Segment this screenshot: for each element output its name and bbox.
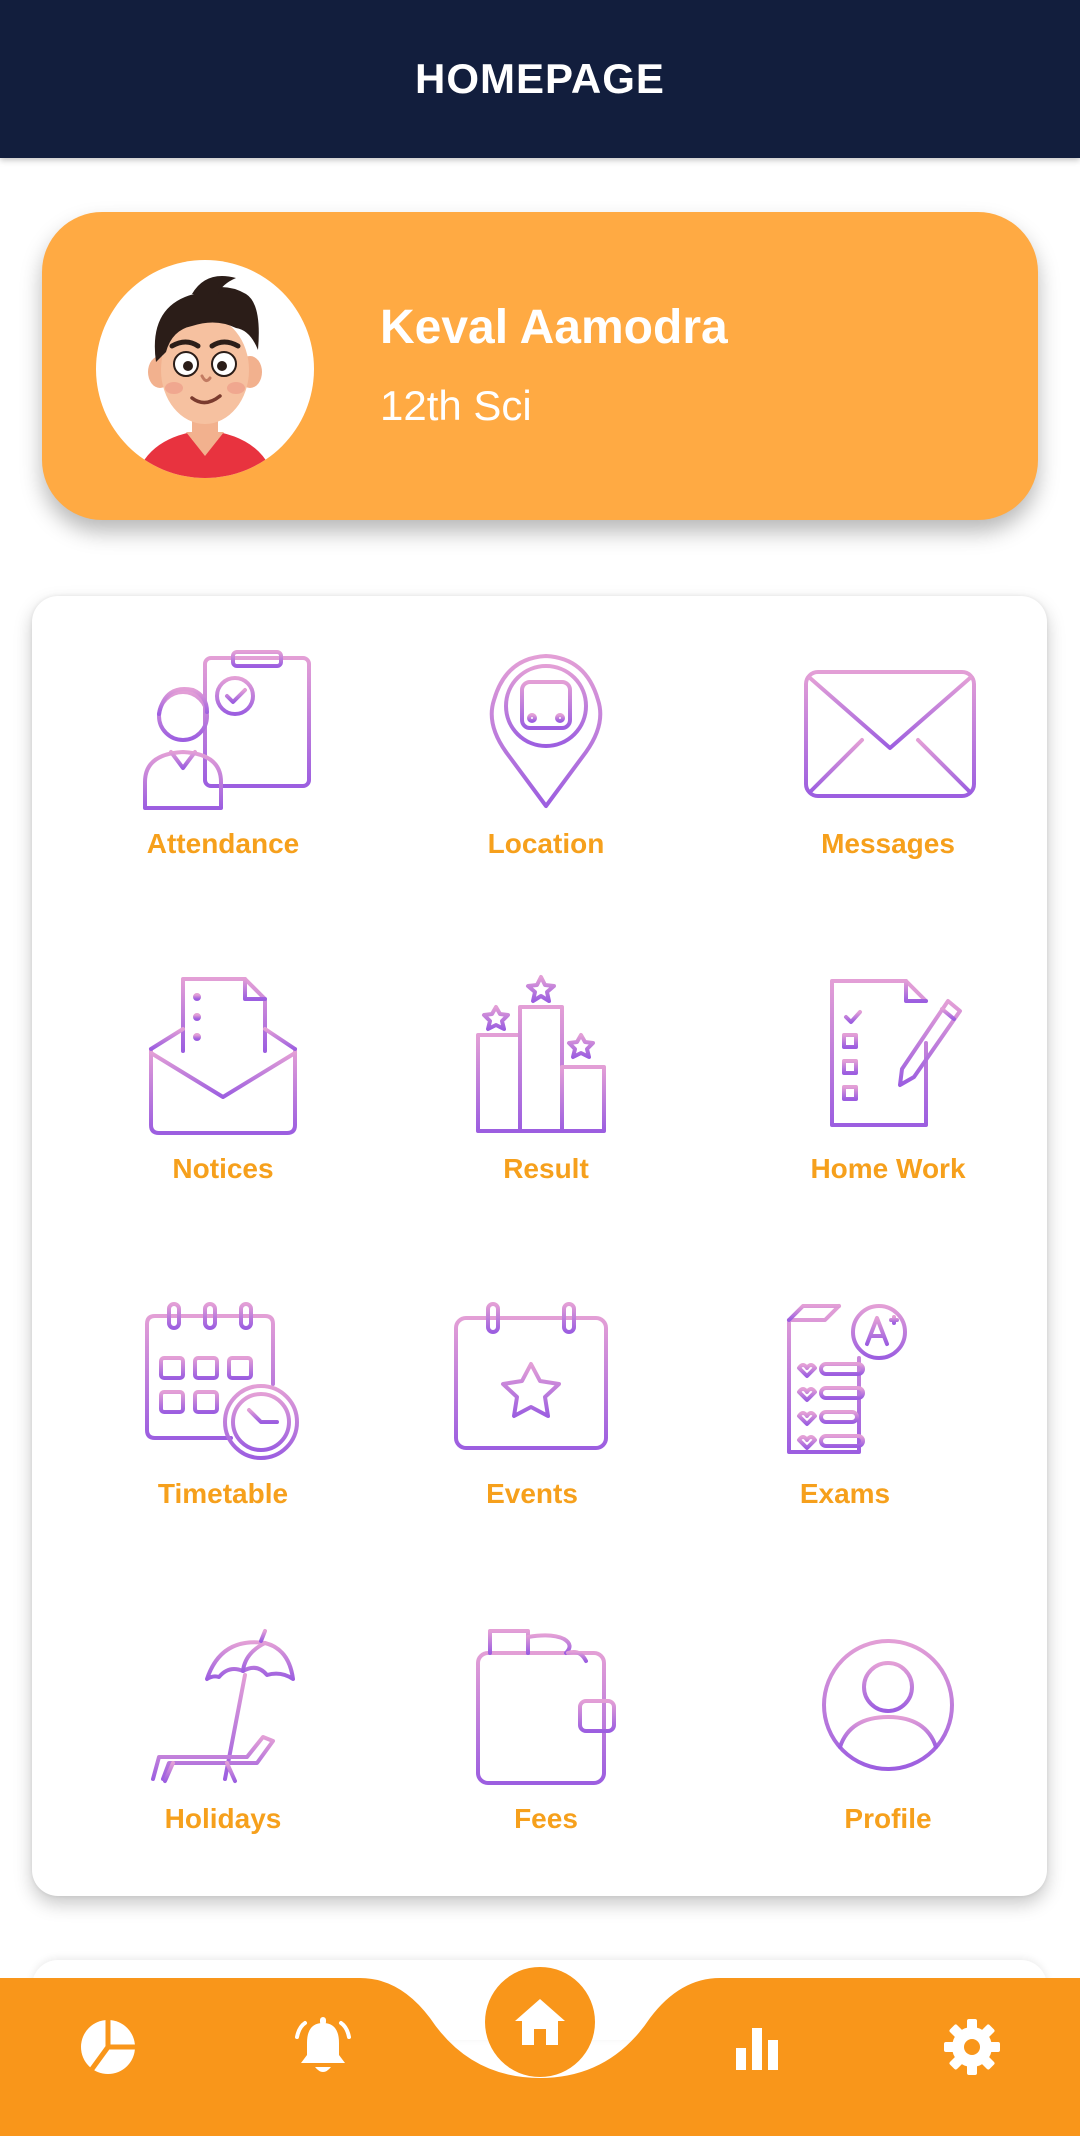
nav-settings[interactable]: [927, 2002, 1017, 2092]
beach-umbrella-icon: [141, 1629, 305, 1783]
pie-chart-icon: [81, 2020, 135, 2074]
student-name: Keval Aamodra: [380, 301, 728, 354]
gear-icon: [944, 2019, 1000, 2075]
menu-item-notices[interactable]: Notices: [103, 973, 343, 1213]
menu-item-exams[interactable]: Exams: [725, 1298, 965, 1538]
menu-item-label: Events: [486, 1478, 578, 1509]
bell-icon: [295, 2017, 351, 2072]
menu-item-label: Home Work: [810, 1153, 966, 1184]
result-podium-icon: [476, 975, 606, 1133]
menu-item-label: Holidays: [164, 1803, 282, 1834]
menu-item-label: Timetable: [157, 1478, 289, 1509]
menu-item-result[interactable]: Result: [426, 973, 666, 1213]
nav-home[interactable]: [485, 1967, 595, 2077]
menu-item-label: Fees: [514, 1803, 578, 1834]
menu-item-timetable[interactable]: Timetable: [103, 1298, 343, 1538]
bus-location-icon: [489, 654, 603, 808]
menu-item-events[interactable]: Events: [412, 1298, 652, 1538]
nav-notifications[interactable]: [278, 2002, 368, 2092]
bar-chart-icon: [736, 2028, 778, 2070]
home-icon: [515, 1999, 565, 2045]
menu-item-messages[interactable]: Messages: [768, 648, 1008, 888]
nav-dashboard[interactable]: [63, 2002, 153, 2092]
avatar[interactable]: [96, 260, 314, 478]
calendar-clock-icon: [145, 1302, 299, 1460]
notice-letter-icon: [149, 977, 297, 1135]
exam-grade-icon: [787, 1304, 907, 1454]
menu-item-label: Messages: [821, 828, 955, 859]
menu-item-attendance[interactable]: Attendance: [103, 648, 343, 888]
menu-item-label: Result: [503, 1153, 589, 1184]
menu-item-label: Exams: [799, 1478, 891, 1509]
envelope-icon: [804, 670, 976, 798]
page-title: HOMEPAGE: [415, 54, 665, 102]
nav-statistics[interactable]: [712, 2002, 802, 2092]
menu-item-homework[interactable]: Home Work: [768, 973, 1008, 1213]
menu-item-label: Notices: [172, 1153, 274, 1184]
app-header: HOMEPAGE: [0, 0, 1080, 158]
menu-item-label: Attendance: [146, 828, 300, 859]
menu-item-label: Profile: [844, 1803, 932, 1834]
menu-item-label: Location: [487, 828, 605, 859]
wallet-icon: [476, 1629, 616, 1785]
menu-item-location[interactable]: Location: [426, 648, 666, 888]
attendance-icon: [143, 650, 311, 810]
menu-item-holidays[interactable]: Holidays: [103, 1623, 343, 1863]
user-profile-icon: [822, 1639, 954, 1771]
menu-item-profile[interactable]: Profile: [768, 1623, 1008, 1863]
menu-item-fees[interactable]: Fees: [426, 1623, 666, 1863]
menu-grid-card: Attendance Location Messages Notices Res…: [32, 596, 1047, 1896]
homework-checklist-icon: [830, 979, 962, 1127]
student-class: 12th Sci: [380, 382, 532, 429]
calendar-star-icon: [454, 1302, 608, 1450]
